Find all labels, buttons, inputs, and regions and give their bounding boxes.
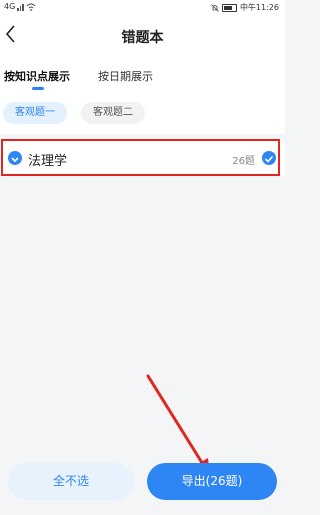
question-type-filter: 客观题一 客观题二 [0, 92, 285, 134]
wifi-icon [26, 3, 36, 11]
navigation-header: 错题本 [0, 14, 285, 58]
active-tab-indicator [32, 87, 44, 90]
topic-name: 法理学 [28, 154, 68, 169]
carrier-label: 4G [4, 2, 16, 11]
deselect-all-button[interactable]: 全不选 [8, 463, 134, 500]
topic-row[interactable]: 法理学 26题 [0, 140, 285, 176]
signal-icon [17, 3, 24, 11]
chip-objective-2[interactable]: 客观题二 [81, 102, 145, 124]
topic-count: 26题 [232, 156, 255, 167]
export-button[interactable]: 导出(26题) [147, 463, 277, 500]
mute-icon [211, 3, 219, 12]
clock: 中午11:26 [239, 3, 279, 12]
page-title: 错题本 [121, 30, 164, 46]
status-bar: 4G 中午11:26 [0, 0, 285, 14]
topic-checkbox-icon[interactable] [262, 151, 276, 165]
chip-objective-1[interactable]: 客观题一 [3, 102, 67, 124]
tab-by-knowledge-point[interactable]: 按知识点展示 [4, 68, 70, 84]
tab-by-date[interactable]: 按日期展示 [98, 68, 153, 84]
battery-icon [221, 3, 237, 12]
expand-chevron-icon[interactable] [8, 151, 22, 165]
tab-bar: 按知识点展示 按日期展示 [0, 58, 285, 92]
